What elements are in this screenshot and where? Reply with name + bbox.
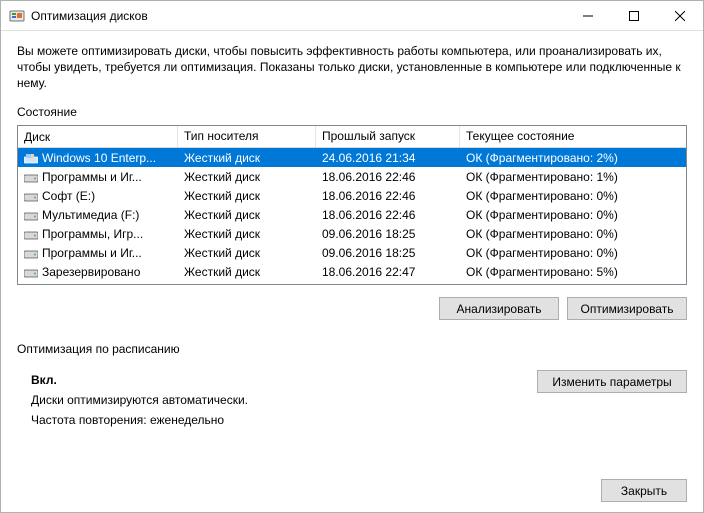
disk-name: Windows 10 Enterp... [42, 151, 156, 165]
cell-lastrun: 18.06.2016 22:46 [316, 207, 460, 223]
footer: Закрыть [17, 469, 687, 502]
disk-name: Программы, Игр... [42, 227, 143, 241]
minimize-button[interactable] [565, 1, 611, 30]
cell-status: ОК (Фрагментировано: 5%) [460, 264, 668, 280]
window: Оптимизация дисков Вы можете оптимизиров… [0, 0, 704, 513]
cell-media: Жесткий диск [178, 264, 316, 280]
table-row[interactable]: Программы и Иг... Жесткий диск18.06.2016 … [18, 167, 686, 186]
list-header: Диск Тип носителя Прошлый запуск Текущее… [18, 126, 686, 148]
cell-lastrun: 18.06.2016 22:46 [316, 169, 460, 185]
cell-disk: Зарезервировано [18, 264, 178, 280]
drive-icon [24, 191, 38, 201]
cell-disk: Программы и Иг... [18, 169, 178, 185]
drive-icon [24, 248, 38, 258]
state-heading: Состояние [17, 105, 687, 119]
drive-listview[interactable]: Диск Тип носителя Прошлый запуск Текущее… [17, 125, 687, 285]
cell-disk: Мультимедиа (F:) [18, 207, 178, 223]
table-row[interactable]: Программы и Иг... Жесткий диск09.06.2016 … [18, 243, 686, 262]
cell-media: Жесткий диск [178, 226, 316, 242]
cell-media: Жесткий диск [178, 207, 316, 223]
cell-media: Жесткий диск [178, 245, 316, 261]
window-title: Оптимизация дисков [31, 9, 565, 23]
cell-disk: Программы и Иг... [18, 245, 178, 261]
schedule-heading: Оптимизация по расписанию [17, 342, 687, 356]
disk-name: Зарезервировано [42, 265, 140, 279]
disk-name: Мультимедиа (F:) [42, 208, 139, 222]
system-drive-icon [24, 153, 38, 163]
col-status[interactable]: Текущее состояние [460, 126, 668, 147]
titlebar: Оптимизация дисков [1, 1, 703, 31]
cell-disk: Windows 10 Enterp... [18, 150, 178, 166]
table-row[interactable]: Мультимедиа (F:) Жесткий диск18.06.2016 2… [18, 205, 686, 224]
cell-lastrun: 09.06.2016 18:25 [316, 226, 460, 242]
schedule-section: Оптимизация по расписанию Вкл. Диски опт… [17, 342, 687, 430]
col-disk[interactable]: Диск [18, 126, 178, 147]
cell-disk: Софт (E:) [18, 188, 178, 204]
schedule-auto-line: Диски оптимизируются автоматически. [31, 390, 537, 410]
cell-status: ОК (Фрагментировано: 0%) [460, 188, 668, 204]
cell-status: ОК (Фрагментировано: 0%) [460, 226, 668, 242]
table-row[interactable]: Программы, Игр... Жесткий диск09.06.2016 … [18, 224, 686, 243]
app-icon [9, 8, 25, 24]
optimize-button[interactable]: Оптимизировать [567, 297, 687, 320]
cell-status: ОК (Фрагментировано: 0%) [460, 245, 668, 261]
cell-lastrun: 18.06.2016 22:46 [316, 188, 460, 204]
cell-disk: Программы, Игр... [18, 226, 178, 242]
schedule-on-label: Вкл. [31, 370, 537, 390]
drive-icon [24, 267, 38, 277]
cell-media: Жесткий диск [178, 150, 316, 166]
maximize-button[interactable] [611, 1, 657, 30]
drive-icon [24, 210, 38, 220]
cell-lastrun: 24.06.2016 21:34 [316, 150, 460, 166]
drive-icon [24, 172, 38, 182]
content-area: Вы можете оптимизировать диски, чтобы по… [1, 31, 703, 512]
cell-status: ОК (Фрагментировано: 1%) [460, 169, 668, 185]
schedule-text: Вкл. Диски оптимизируются автоматически.… [31, 370, 537, 430]
cell-lastrun: 09.06.2016 18:25 [316, 245, 460, 261]
list-rows: Windows 10 Enterp...Жесткий диск24.06.20… [18, 148, 686, 285]
action-row: Анализировать Оптимизировать [17, 297, 687, 320]
cell-status: ОК (Фрагментировано: 0%) [460, 207, 668, 223]
disk-name: Софт (E:) [42, 189, 95, 203]
cell-media: Жесткий диск [178, 169, 316, 185]
cell-status: ОК (Фрагментировано: 2%) [460, 150, 668, 166]
analyze-button[interactable]: Анализировать [439, 297, 559, 320]
intro-text: Вы можете оптимизировать диски, чтобы по… [17, 43, 687, 91]
table-row[interactable]: Windows 10 Enterp... Жесткий диск24.06.20… [18, 148, 686, 167]
disk-name: Программы и Иг... [42, 246, 142, 260]
schedule-freq-line: Частота повторения: еженедельно [31, 410, 537, 430]
drive-icon [24, 229, 38, 239]
table-row[interactable]: Зарезервировано Жесткий диск18.06.2016 22… [18, 262, 686, 281]
col-media[interactable]: Тип носителя [178, 126, 316, 147]
disk-name: Программы и Иг... [42, 170, 142, 184]
close-button[interactable] [657, 1, 703, 30]
cell-media: Жесткий диск [178, 188, 316, 204]
col-lastrun[interactable]: Прошлый запуск [316, 126, 460, 147]
close-dialog-button[interactable]: Закрыть [601, 479, 687, 502]
cell-lastrun: 18.06.2016 22:47 [316, 264, 460, 280]
table-row[interactable]: Софт (E:) Жесткий диск18.06.2016 22:46ОК … [18, 186, 686, 205]
change-settings-button[interactable]: Изменить параметры [537, 370, 687, 393]
